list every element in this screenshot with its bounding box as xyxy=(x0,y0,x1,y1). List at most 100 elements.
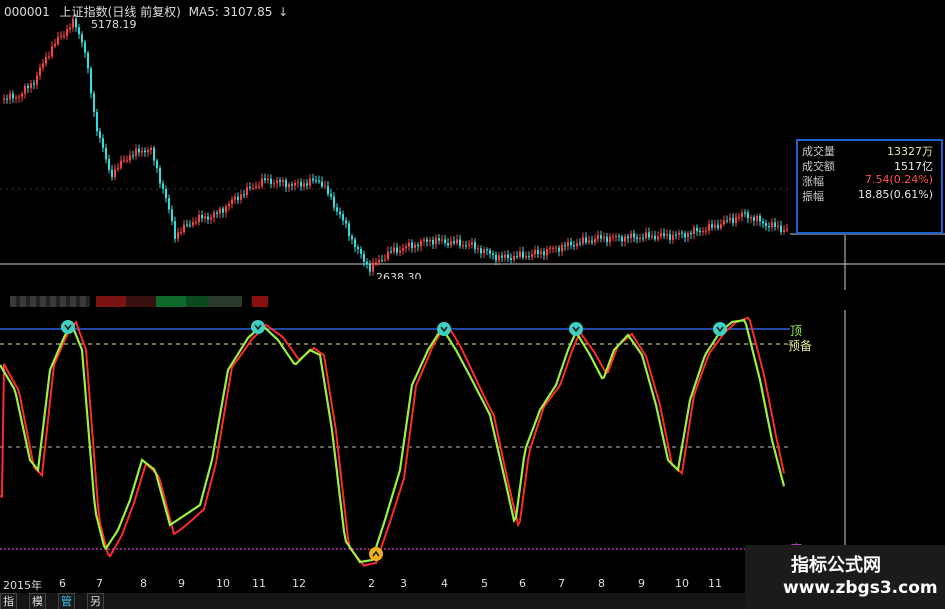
candle-body xyxy=(225,206,227,213)
candle-body xyxy=(528,256,530,258)
candle-body xyxy=(288,184,290,188)
candle-body xyxy=(159,168,161,184)
candle-body xyxy=(588,240,590,243)
candle-body xyxy=(228,203,230,207)
info-row-turnover: 成交额 1517亿 xyxy=(802,160,933,173)
candle-body xyxy=(138,148,140,153)
candle-body xyxy=(435,238,437,245)
stock-name: 上证指数(日线 前复权) xyxy=(59,5,181,19)
candle-body xyxy=(180,232,182,234)
candle-body xyxy=(207,216,209,220)
candle-body xyxy=(312,178,314,181)
top-signal-icon xyxy=(437,322,451,336)
candle-body xyxy=(243,194,245,196)
tab-indicator[interactable]: 指标 xyxy=(0,593,17,609)
candle-body xyxy=(318,180,320,182)
candle-body xyxy=(486,249,488,251)
candle-body xyxy=(249,187,251,189)
candle-body xyxy=(330,193,332,197)
candle-body xyxy=(399,250,401,253)
candle-body xyxy=(123,160,125,162)
candle-body xyxy=(66,29,68,36)
candle-body xyxy=(210,217,212,220)
candle-body xyxy=(336,207,338,212)
top-signal-icon xyxy=(61,320,75,334)
candle-body xyxy=(96,111,98,132)
candle-body xyxy=(687,232,689,238)
chart-header: 000001 上证指数(日线 前复权) MA5: 3107.85 ↓ xyxy=(4,3,288,20)
candle-body xyxy=(441,239,443,241)
candle-body xyxy=(165,188,167,199)
candle-body xyxy=(468,244,470,246)
candle-body xyxy=(471,242,473,245)
candle-body xyxy=(690,232,692,235)
candle-body xyxy=(126,160,128,162)
candle-body xyxy=(216,212,218,214)
candle-body xyxy=(153,147,155,161)
candle-body xyxy=(147,149,149,153)
candle-body xyxy=(357,246,359,249)
candle-body xyxy=(285,179,287,188)
candle-body xyxy=(423,239,425,241)
x-tick: 4 xyxy=(441,577,448,590)
info-panel: 成交量 13327万 成交额 1517亿 涨幅 7.54(0.24%) 振幅 1… xyxy=(796,139,943,234)
candle-body xyxy=(612,236,614,238)
candle-body xyxy=(381,259,383,261)
x-tick: 6 xyxy=(59,577,66,590)
candle-body xyxy=(753,217,755,221)
x-tick: 11 xyxy=(708,577,722,590)
candle-body xyxy=(603,236,605,239)
candle-body xyxy=(627,236,629,239)
candle-body xyxy=(270,178,272,184)
candle-body xyxy=(21,93,23,97)
candle-body xyxy=(555,247,557,249)
candle-body xyxy=(552,247,554,249)
candle-body xyxy=(672,234,674,240)
candle-body xyxy=(717,224,719,229)
candle-body xyxy=(417,244,419,247)
candle-body xyxy=(483,249,485,254)
candle-body xyxy=(714,224,716,228)
candle-body xyxy=(492,253,494,255)
candle-body xyxy=(645,232,647,239)
candle-body xyxy=(546,249,548,256)
candle-body xyxy=(534,249,536,255)
candle-body xyxy=(390,251,392,253)
candle-body xyxy=(765,223,767,227)
peak-price-label: 5178.19 xyxy=(91,18,137,31)
tab-template[interactable]: 模板 xyxy=(29,593,46,609)
candle-body xyxy=(81,34,83,43)
candle-body xyxy=(447,243,449,246)
candle-body xyxy=(543,251,545,256)
candle-body xyxy=(450,241,452,246)
candle-body xyxy=(597,235,599,240)
candle-body xyxy=(57,37,59,44)
candle-body xyxy=(624,236,626,242)
candle-body xyxy=(327,185,329,194)
x-tick: 6 xyxy=(519,577,526,590)
candle-body xyxy=(222,208,224,213)
candle-body xyxy=(621,236,623,242)
candle-body xyxy=(705,230,707,232)
x-tick: 2 xyxy=(368,577,375,590)
candle-body xyxy=(279,180,281,183)
x-tick: 8 xyxy=(598,577,605,590)
tab-manage[interactable]: 管理 xyxy=(58,593,75,609)
candle-body xyxy=(84,42,86,53)
candle-body xyxy=(642,237,644,239)
candle-body xyxy=(246,187,248,195)
candle-body xyxy=(414,244,416,248)
candle-body xyxy=(384,259,386,261)
candle-body xyxy=(12,93,14,99)
candle-body xyxy=(453,241,455,244)
candle-body xyxy=(519,251,521,257)
x-tick: 11 xyxy=(252,577,266,590)
candle-body xyxy=(90,68,92,94)
tab-save-as[interactable]: 另存为 xyxy=(87,593,104,609)
candle-body xyxy=(699,231,701,233)
candle-body xyxy=(648,232,650,238)
candle-body xyxy=(630,233,632,239)
watermark-title: 指标公式网 xyxy=(791,555,881,576)
candle-body xyxy=(510,258,512,260)
candle-body xyxy=(426,239,428,242)
